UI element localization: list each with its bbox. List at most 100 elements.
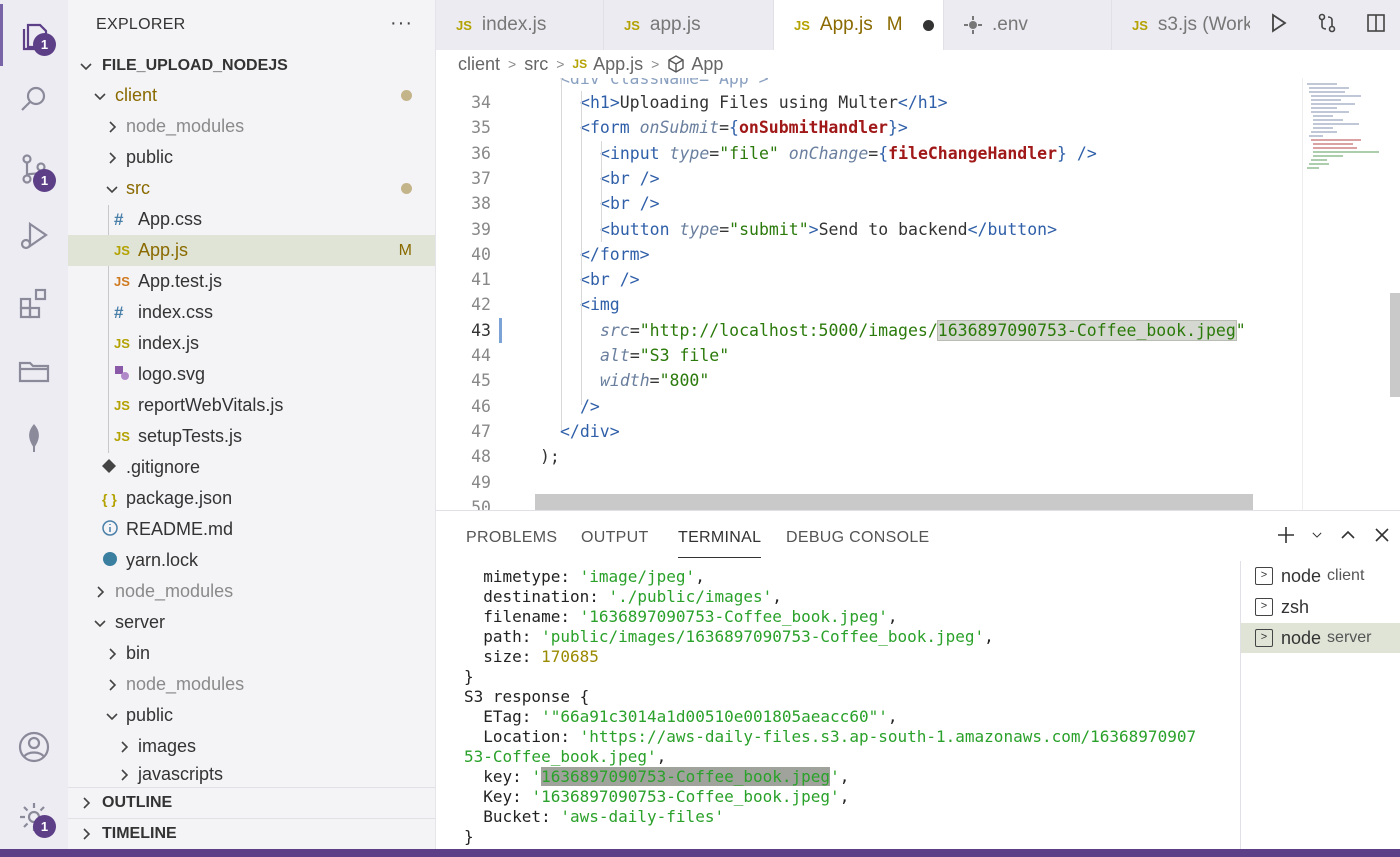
code-text: </form>: [580, 244, 650, 264]
tree-folder-server[interactable]: server: [68, 607, 435, 638]
tab-app-js[interactable]: JS App.js M: [774, 0, 944, 50]
minimap[interactable]: [1302, 78, 1390, 510]
code-line[interactable]: 48);: [436, 444, 1306, 469]
tree-label: node_modules: [115, 581, 234, 601]
indent-guide: [581, 91, 582, 405]
chevron-right-icon: [102, 675, 122, 695]
tree-label: yarn.lock: [126, 550, 199, 570]
code-line[interactable]: 38 <br />: [436, 191, 1306, 216]
maximize-panel-icon[interactable]: [1338, 525, 1358, 550]
tree-label: bin: [126, 643, 151, 663]
code-line[interactable]: 34 <h1>Uploading Files using Multer</h1>: [436, 90, 1306, 115]
compare-changes-icon[interactable]: [1316, 12, 1338, 39]
terminal-item-node-server[interactable]: > node server: [1241, 623, 1400, 653]
horizontal-scrollbar[interactable]: [535, 494, 1253, 510]
code-line[interactable]: 41 <br />: [436, 267, 1306, 292]
tab-terminal[interactable]: TERMINAL: [678, 529, 762, 558]
vertical-scrollbar[interactable]: [1390, 293, 1400, 397]
code-line[interactable]: 36 <input type="file" onChange={fileChang…: [436, 141, 1306, 166]
tree-file-app-test-js[interactable]: JS App.test.js: [68, 266, 435, 297]
code-line[interactable]: 37 <br />: [436, 166, 1306, 191]
terminal-icon: >: [1255, 567, 1273, 585]
tree-folder-javascripts[interactable]: javascripts: [68, 762, 435, 787]
terminal-line: path: 'public/images/1636897090753-Coffe…: [464, 627, 994, 646]
search-icon[interactable]: [0, 68, 68, 130]
tree-file-app-js[interactable]: JS App.js M: [68, 235, 435, 266]
terminal-item-node-client[interactable]: > node client: [1241, 561, 1400, 591]
code-text: <img: [580, 295, 620, 315]
tree-folder-client[interactable]: client: [68, 80, 435, 111]
terminal-output[interactable]: mimetype: 'image/jpeg', destination: './…: [464, 567, 1234, 847]
tree-file-report-web-vitals[interactable]: JS reportWebVitals.js: [68, 390, 435, 421]
tab-index-js[interactable]: JS index.js: [436, 0, 604, 50]
tab-debug-console[interactable]: DEBUG CONSOLE: [786, 529, 930, 547]
tree-folder-src[interactable]: src: [68, 173, 435, 204]
tab-problems[interactable]: PROBLEMS: [466, 529, 557, 547]
tree-folder-server-node-modules[interactable]: node_modules: [68, 669, 435, 700]
terminal-item-zsh[interactable]: > zsh: [1241, 592, 1400, 622]
code-line[interactable]: 44 alt="S3 file": [436, 343, 1306, 368]
code-line[interactable]: 45 width="800": [436, 368, 1306, 393]
tree-folder-images[interactable]: images: [68, 731, 435, 762]
tree-file-index-css[interactable]: # index.css: [68, 297, 435, 328]
outline-section[interactable]: OUTLINE: [68, 787, 435, 818]
explorer-title: EXPLORER: [96, 16, 186, 33]
code-editor[interactable]: <div className="App"> 34 <h1>Uploading Fi…: [436, 78, 1400, 510]
mongodb-leaf-icon[interactable]: [0, 407, 68, 469]
workspace-root[interactable]: FILE_UPLOAD_NODEJS: [68, 50, 435, 81]
breadcrumb-item[interactable]: App: [691, 54, 723, 75]
js-file-icon: JS: [114, 274, 130, 289]
code-line[interactable]: 40 </form>: [436, 242, 1306, 267]
unsaved-dot-icon[interactable]: [922, 19, 934, 31]
tree-folder-node-modules-root[interactable]: node_modules: [68, 576, 435, 607]
tree-file-logo-svg[interactable]: logo.svg: [68, 359, 435, 390]
code-line[interactable]: 35 <form onSubmit={onSubmitHandler}>: [436, 115, 1306, 140]
source-control-icon[interactable]: [0, 138, 68, 200]
chevron-down-icon[interactable]: [1310, 528, 1324, 547]
tree-folder-node-modules[interactable]: node_modules: [68, 111, 435, 142]
tree-file-gitignore[interactable]: .gitignore: [68, 452, 435, 483]
explorer-icon[interactable]: [0, 4, 68, 66]
split-editor-icon[interactable]: [1365, 12, 1387, 39]
close-panel-icon[interactable]: [1372, 525, 1392, 550]
new-terminal-plus-icon[interactable]: [1276, 525, 1296, 550]
account-icon[interactable]: [0, 716, 68, 778]
code-text: </div>: [560, 421, 620, 441]
tree-folder-public[interactable]: public: [68, 142, 435, 173]
tab-s3-js[interactable]: JS s3.js (Work: [1112, 0, 1252, 50]
tree-file-package-json[interactable]: { } package.json: [68, 483, 435, 514]
js-file-icon: JS: [1132, 17, 1148, 33]
run-icon[interactable]: [1267, 12, 1289, 39]
code-line[interactable]: 46 />: [436, 394, 1306, 419]
tree-label: index.css: [138, 302, 214, 322]
code-line[interactable]: 49: [436, 470, 1306, 495]
run-debug-icon[interactable]: [0, 205, 68, 267]
tree-file-index-js[interactable]: JS index.js: [68, 328, 435, 359]
tree-file-app-css[interactable]: # App.css: [68, 204, 435, 235]
folders-icon[interactable]: [0, 340, 68, 402]
code-text: <br />: [580, 270, 640, 290]
breadcrumb-item[interactable]: src: [524, 54, 548, 75]
tree-folder-server-public[interactable]: public: [68, 700, 435, 731]
chevron-right-icon: [76, 793, 96, 813]
code-line[interactable]: 43 src="http://localhost:5000/images/1636…: [436, 318, 1306, 343]
tree-file-readme[interactable]: README.md: [68, 514, 435, 545]
tab-app-js-server[interactable]: JS app.js: [604, 0, 774, 50]
timeline-section[interactable]: TIMELINE: [68, 818, 435, 849]
tab-env[interactable]: .env: [944, 0, 1112, 50]
breadcrumb-item[interactable]: App.js: [593, 54, 643, 75]
tree-file-yarn-lock[interactable]: yarn.lock: [68, 545, 435, 576]
tree-file-setup-tests[interactable]: JS setupTests.js: [68, 421, 435, 452]
tab-output[interactable]: OUTPUT: [581, 529, 649, 547]
more-actions-button[interactable]: ···: [390, 12, 413, 35]
code-line[interactable]: 42 <img: [436, 292, 1306, 317]
breadcrumb-item[interactable]: client: [458, 54, 500, 75]
terminal-name: node: [1281, 627, 1322, 648]
js-file-icon: JS: [114, 243, 130, 258]
settings-gear-icon[interactable]: [0, 786, 68, 848]
tree-folder-bin[interactable]: bin: [68, 638, 435, 669]
svg-file-icon: [114, 365, 136, 384]
extensions-icon[interactable]: [0, 272, 68, 334]
code-line[interactable]: 39 <button type="submit">Send to backend<…: [436, 217, 1306, 242]
code-line[interactable]: 47 </div>: [436, 419, 1306, 444]
